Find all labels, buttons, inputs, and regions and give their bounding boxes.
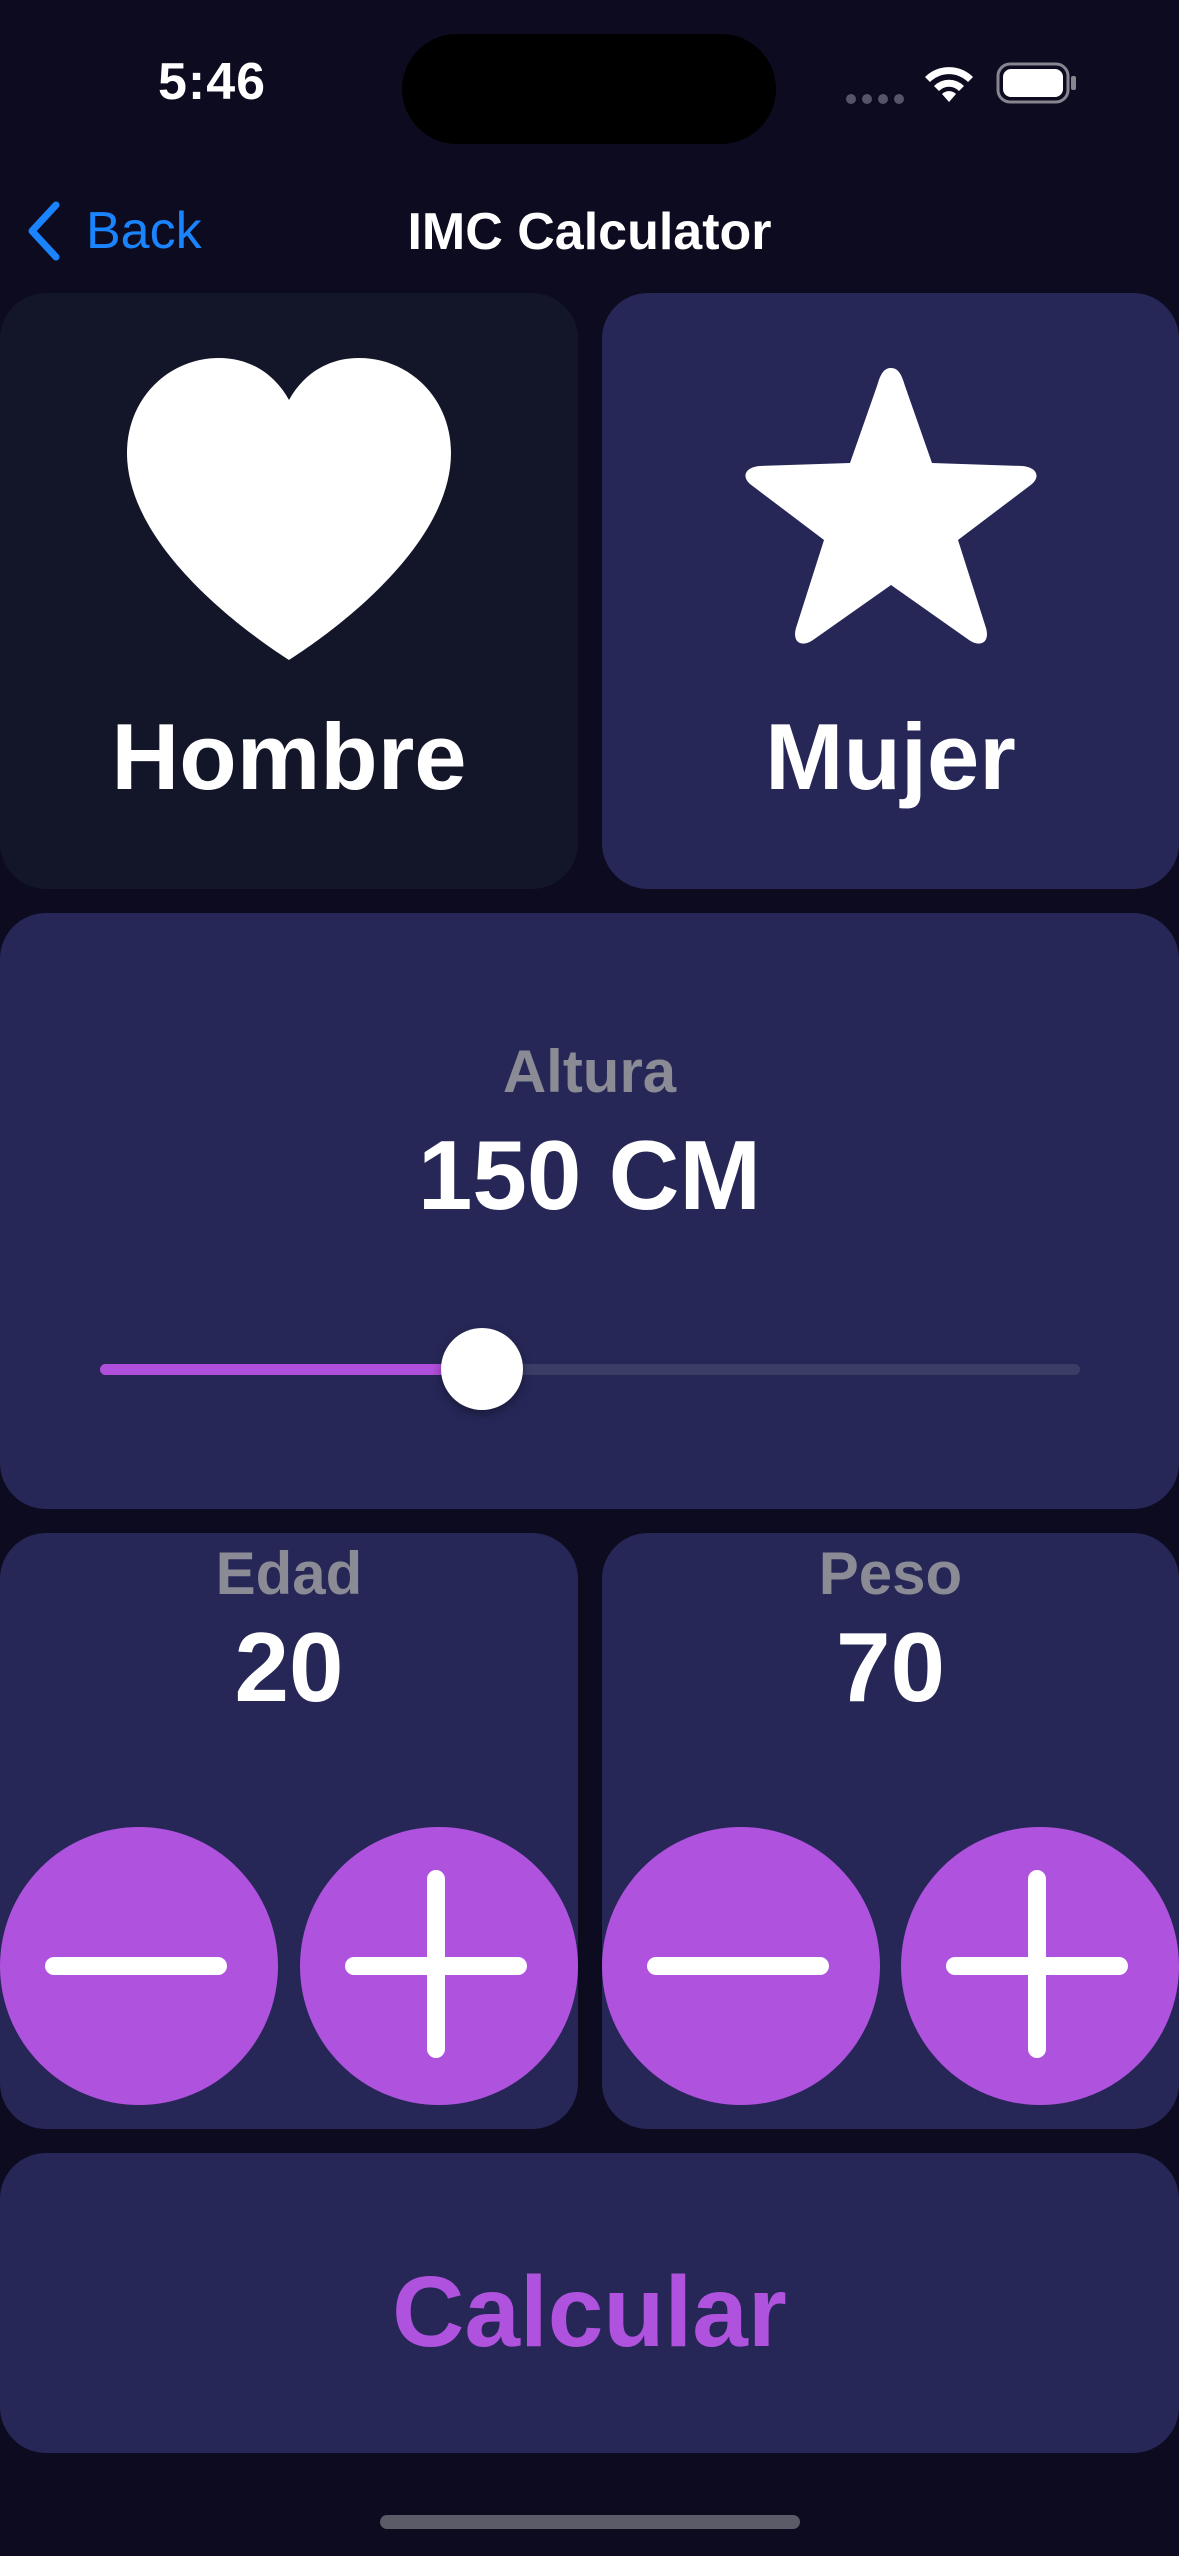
heart-icon — [127, 358, 451, 660]
dynamic-island — [402, 34, 776, 144]
age-increment-button[interactable] — [300, 1827, 578, 2105]
gender-female-label: Mujer — [765, 704, 1016, 809]
status-bar: 5:46 — [0, 0, 1179, 170]
gender-female-card[interactable]: Mujer — [602, 293, 1179, 889]
height-value: 150 CM — [417, 1120, 762, 1230]
home-indicator[interactable] — [380, 2515, 800, 2529]
wifi-icon — [925, 67, 973, 102]
cellular-signal-icon — [846, 94, 906, 104]
plus-icon — [946, 1870, 1128, 2058]
slider-thumb[interactable] — [441, 1328, 523, 1410]
weight-label: Peso — [818, 1540, 963, 1607]
age-decrement-button[interactable] — [0, 1827, 278, 2105]
battery-icon — [996, 62, 1076, 104]
weight-decrement-button[interactable] — [602, 1827, 880, 2105]
height-card: Altura 150 CM — [0, 913, 1179, 1509]
calculate-button[interactable]: Calcular — [0, 2153, 1179, 2453]
weight-increment-button[interactable] — [901, 1827, 1179, 2105]
gender-male-label: Hombre — [111, 704, 467, 809]
status-time: 5:46 — [158, 53, 267, 111]
page-title: IMC Calculator — [407, 203, 772, 261]
weight-card: Peso 70 — [602, 1533, 1179, 2129]
gender-male-card[interactable]: Hombre — [0, 293, 578, 889]
minus-icon — [647, 1957, 829, 1975]
age-label: Edad — [215, 1540, 363, 1607]
star-icon — [744, 368, 1037, 644]
calculate-label: Calcular — [392, 2256, 787, 2368]
weight-value: 70 — [835, 1612, 945, 1722]
height-label: Altura — [502, 1038, 677, 1105]
height-slider[interactable] — [100, 1328, 1080, 1410]
age-card: Edad 20 — [0, 1533, 578, 2129]
slider-fill — [100, 1364, 482, 1375]
minus-icon — [45, 1957, 227, 1975]
plus-icon — [345, 1870, 527, 2058]
navigation-bar: Back IMC Calculator — [0, 180, 1179, 280]
age-value: 20 — [234, 1612, 344, 1722]
